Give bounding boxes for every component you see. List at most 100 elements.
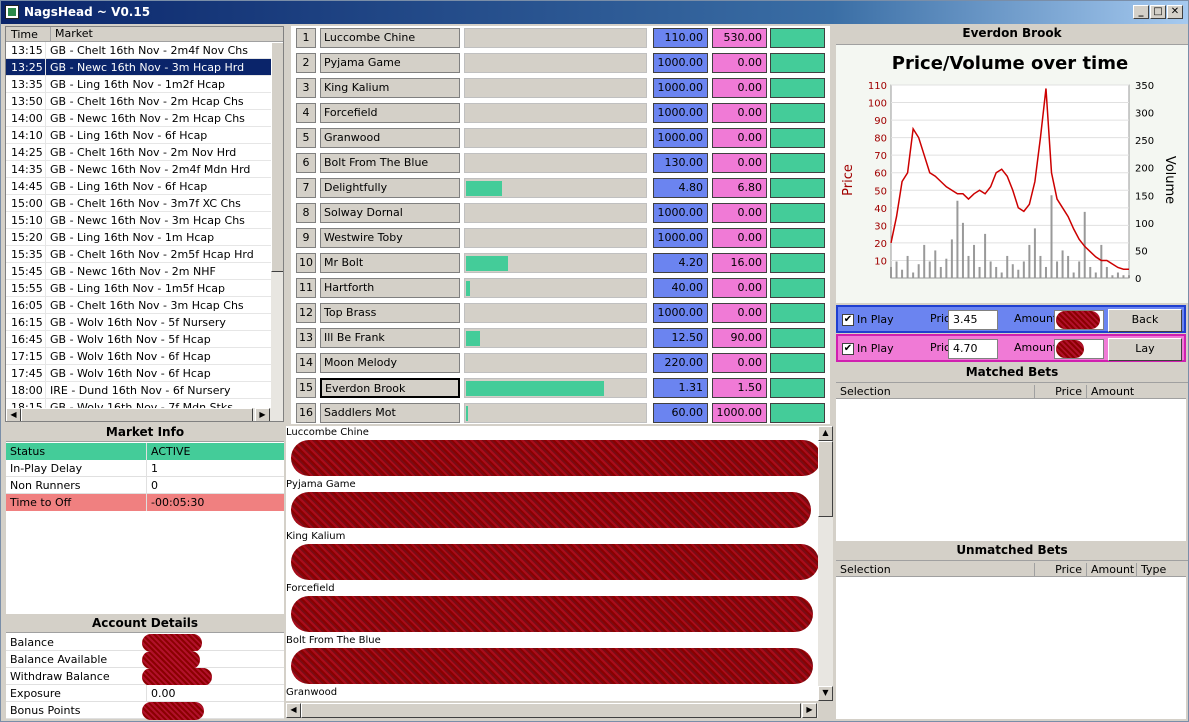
back-price-cell[interactable]: 1000.00 <box>653 303 708 323</box>
runner-row[interactable]: 15 Everdon Brook 1.31 1.50 <box>291 376 830 398</box>
lay-price-cell[interactable]: 0.00 <box>712 303 767 323</box>
market-row[interactable]: 15:00 GB - Chelt 16th Nov - 3m7f XC Chs <box>6 195 272 212</box>
market-row[interactable]: 13:35 GB - Ling 16th Nov - 1m2f Hcap <box>6 76 272 93</box>
market-row[interactable]: 14:00 GB - Newc 16th Nov - 2m Hcap Chs <box>6 110 272 127</box>
market-row[interactable]: 18:00 IRE - Dund 16th Nov - 6f Nursery <box>6 382 272 399</box>
runner-name[interactable]: Bolt From The Blue <box>320 153 460 173</box>
back-price-cell[interactable]: 60.00 <box>653 403 708 423</box>
scroll-left-icon[interactable]: ◀ <box>6 408 21 421</box>
maximize-button[interactable]: □ <box>1150 5 1166 19</box>
lay-price-cell[interactable]: 1.50 <box>712 378 767 398</box>
lay-price-cell[interactable]: 0.00 <box>712 53 767 73</box>
back-price-cell[interactable]: 1000.00 <box>653 53 708 73</box>
market-row[interactable]: 14:25 GB - Chelt 16th Nov - 2m Nov Hrd <box>6 144 272 161</box>
lay-price-cell[interactable]: 90.00 <box>712 328 767 348</box>
market-row[interactable]: 13:50 GB - Chelt 16th Nov - 2m Hcap Chs <box>6 93 272 110</box>
comments-hscroll-thumb[interactable] <box>301 703 801 718</box>
market-list-hscroll-thumb[interactable] <box>21 408 253 421</box>
unmatched-col-type[interactable]: Type <box>1136 563 1186 577</box>
back-price-cell[interactable]: 4.20 <box>653 253 708 273</box>
runner-action-cell[interactable] <box>770 403 825 423</box>
back-inplay-checkbox[interactable]: ✔ <box>842 314 854 326</box>
runner-row[interactable]: 1 Luccombe Chine 110.00 530.00 <box>291 26 830 48</box>
matched-col-amount[interactable]: Amount <box>1086 385 1136 399</box>
scroll-up-icon[interactable]: ▲ <box>818 426 833 441</box>
market-row[interactable]: 15:35 GB - Chelt 16th Nov - 2m5f Hcap Hrd <box>6 246 272 263</box>
market-row[interactable]: 14:10 GB - Ling 16th Nov - 6f Hcap <box>6 127 272 144</box>
market-row[interactable]: 16:45 GB - Wolv 16th Nov - 5f Hcap <box>6 331 272 348</box>
back-price-cell[interactable]: 12.50 <box>653 328 708 348</box>
runner-name[interactable]: Forcefield <box>320 103 460 123</box>
runner-row[interactable]: 8 Solway Dornal 1000.00 0.00 <box>291 201 830 223</box>
runner-row[interactable]: 9 Westwire Toby 1000.00 0.00 <box>291 226 830 248</box>
back-button[interactable]: Back <box>1108 309 1182 332</box>
scroll-right-icon[interactable]: ▶ <box>802 703 817 718</box>
runner-name[interactable]: Delightfully <box>320 178 460 198</box>
runner-action-cell[interactable] <box>770 228 825 248</box>
matched-col-selection[interactable]: Selection <box>836 385 1034 399</box>
market-row[interactable]: 14:35 GB - Newc 16th Nov - 2m4f Mdn Hrd <box>6 161 272 178</box>
scroll-right-icon[interactable]: ▶ <box>255 408 270 421</box>
lay-price-cell[interactable]: 6.80 <box>712 178 767 198</box>
market-list-scrollbar[interactable] <box>271 42 283 408</box>
runner-action-cell[interactable] <box>770 303 825 323</box>
market-row[interactable]: 17:45 GB - Wolv 16th Nov - 6f Hcap <box>6 365 272 382</box>
matched-col-price[interactable]: Price <box>1034 385 1086 399</box>
runner-name[interactable]: Westwire Toby <box>320 228 460 248</box>
scroll-down-icon[interactable]: ▼ <box>818 686 833 701</box>
runner-action-cell[interactable] <box>770 378 825 398</box>
matched-bets-table[interactable]: Selection Price Amount <box>836 383 1186 541</box>
runner-row[interactable]: 7 Delightfully 4.80 6.80 <box>291 176 830 198</box>
back-price-cell[interactable]: 1000.00 <box>653 78 708 98</box>
lay-price-cell[interactable]: 0.00 <box>712 78 767 98</box>
back-price-cell[interactable]: 110.00 <box>653 28 708 48</box>
runner-name[interactable]: Hartforth <box>320 278 460 298</box>
lay-price-cell[interactable]: 0.00 <box>712 103 767 123</box>
market-row[interactable]: 17:15 GB - Wolv 16th Nov - 6f Hcap <box>6 348 272 365</box>
runner-row[interactable]: 10 Mr Bolt 4.20 16.00 <box>291 251 830 273</box>
runner-row[interactable]: 4 Forcefield 1000.00 0.00 <box>291 101 830 123</box>
market-row[interactable]: 15:45 GB - Newc 16th Nov - 2m NHF <box>6 263 272 280</box>
runner-row[interactable]: 14 Moon Melody 220.00 0.00 <box>291 351 830 373</box>
runner-action-cell[interactable] <box>770 128 825 148</box>
comments-scroll-thumb[interactable] <box>818 441 833 517</box>
back-price-cell[interactable]: 1000.00 <box>653 128 708 148</box>
runner-row[interactable]: 3 King Kalium 1000.00 0.00 <box>291 76 830 98</box>
runner-name[interactable]: Moon Melody <box>320 353 460 373</box>
unmatched-col-price[interactable]: Price <box>1034 563 1086 577</box>
back-price-cell[interactable]: 1000.00 <box>653 228 708 248</box>
market-row[interactable]: 15:55 GB - Ling 16th Nov - 1m5f Hcap <box>6 280 272 297</box>
close-button[interactable]: ✕ <box>1167 5 1183 19</box>
comments-hscrollbar[interactable]: ◀ ▶ <box>286 703 818 718</box>
runner-action-cell[interactable] <box>770 53 825 73</box>
runner-action-cell[interactable] <box>770 178 825 198</box>
runner-name[interactable]: King Kalium <box>320 78 460 98</box>
back-amount-input[interactable] <box>1054 310 1104 330</box>
comments-scrollbar[interactable]: ▲ ▼ <box>818 426 833 701</box>
back-price-cell[interactable]: 40.00 <box>653 278 708 298</box>
runner-action-cell[interactable] <box>770 103 825 123</box>
market-list[interactable]: Time Market 13:15 GB - Chelt 16th Nov - 2… <box>5 26 284 422</box>
lay-price-cell[interactable]: 530.00 <box>712 28 767 48</box>
lay-price-cell[interactable]: 0.00 <box>712 278 767 298</box>
unmatched-col-amount[interactable]: Amount <box>1086 563 1136 577</box>
market-row[interactable]: 13:15 GB - Chelt 16th Nov - 2m4f Nov Chs <box>6 42 272 59</box>
runner-action-cell[interactable] <box>770 328 825 348</box>
back-price-cell[interactable]: 4.80 <box>653 178 708 198</box>
market-row[interactable]: 16:15 GB - Wolv 16th Nov - 5f Nursery <box>6 314 272 331</box>
runner-name[interactable]: Pyjama Game <box>320 53 460 73</box>
runner-row[interactable]: 11 Hartforth 40.00 0.00 <box>291 276 830 298</box>
back-price-cell[interactable]: 130.00 <box>653 153 708 173</box>
back-price-cell[interactable]: 220.00 <box>653 353 708 373</box>
market-row[interactable]: 16:05 GB - Chelt 16th Nov - 3m Hcap Chs <box>6 297 272 314</box>
market-list-hscrollbar[interactable]: ◀ ▶ <box>6 408 283 421</box>
runner-name[interactable]: Luccombe Chine <box>320 28 460 48</box>
col-time-header[interactable]: Time <box>11 28 38 41</box>
lay-price-cell[interactable]: 0.00 <box>712 128 767 148</box>
runner-name[interactable]: Everdon Brook <box>320 378 460 398</box>
market-list-scroll-thumb[interactable] <box>271 42 283 272</box>
minimize-button[interactable]: _ <box>1133 5 1149 19</box>
lay-price-cell[interactable]: 0.00 <box>712 153 767 173</box>
runner-name[interactable]: Top Brass <box>320 303 460 323</box>
lay-price-cell[interactable]: 0.00 <box>712 353 767 373</box>
